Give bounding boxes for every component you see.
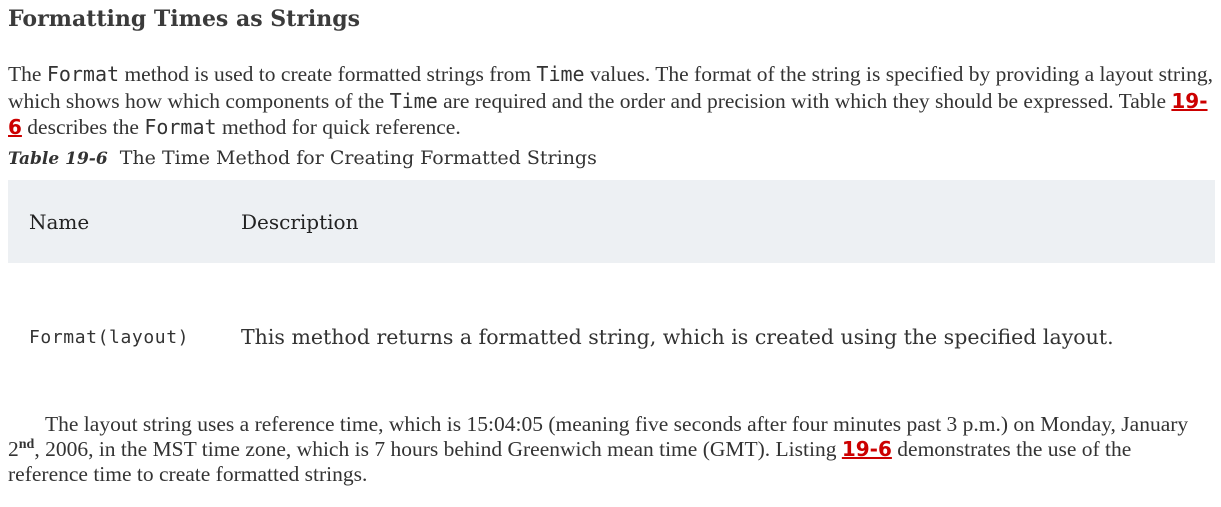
section-heading: Formatting Times as Strings — [8, 6, 361, 32]
table-header-row: Name Description — [8, 180, 1215, 263]
column-header-description: Description — [241, 209, 359, 234]
text-run: are required and the order and precision… — [437, 88, 1172, 113]
reference-time-paragraph: The layout string uses a reference time,… — [8, 412, 1213, 487]
text-run: method is used to create formatted strin… — [119, 62, 537, 86]
column-header-name: Name — [29, 209, 90, 234]
inline-code: Time — [536, 62, 585, 86]
listing-reference-link[interactable]: 19-6 — [842, 437, 892, 461]
inline-code: Format — [46, 62, 120, 86]
ordinal-suffix: nd — [18, 436, 35, 452]
text-run: The — [8, 62, 47, 86]
text-run: , 2006, in the MST time zone, which is 7… — [34, 437, 842, 461]
text-run: method for quick reference. — [216, 115, 461, 139]
table-caption: Table 19-6 The Time Method for Creating … — [8, 147, 597, 169]
inline-code: Format — [144, 115, 217, 139]
inline-code: Time — [389, 88, 438, 113]
method-table: Name Description Format(layout) This met… — [8, 180, 1215, 411]
cell-method-description: This method returns a formatted string, … — [241, 325, 1114, 349]
cell-method-name: Format(layout) — [29, 326, 190, 348]
table-row: Format(layout) This method returns a for… — [8, 263, 1215, 411]
intro-paragraph: The Format method is used to create form… — [8, 61, 1213, 141]
table-caption-text: The Time Method for Creating Formatted S… — [119, 147, 597, 169]
table-caption-label: Table 19-6 — [8, 149, 108, 169]
text-run: describes the — [21, 115, 145, 139]
